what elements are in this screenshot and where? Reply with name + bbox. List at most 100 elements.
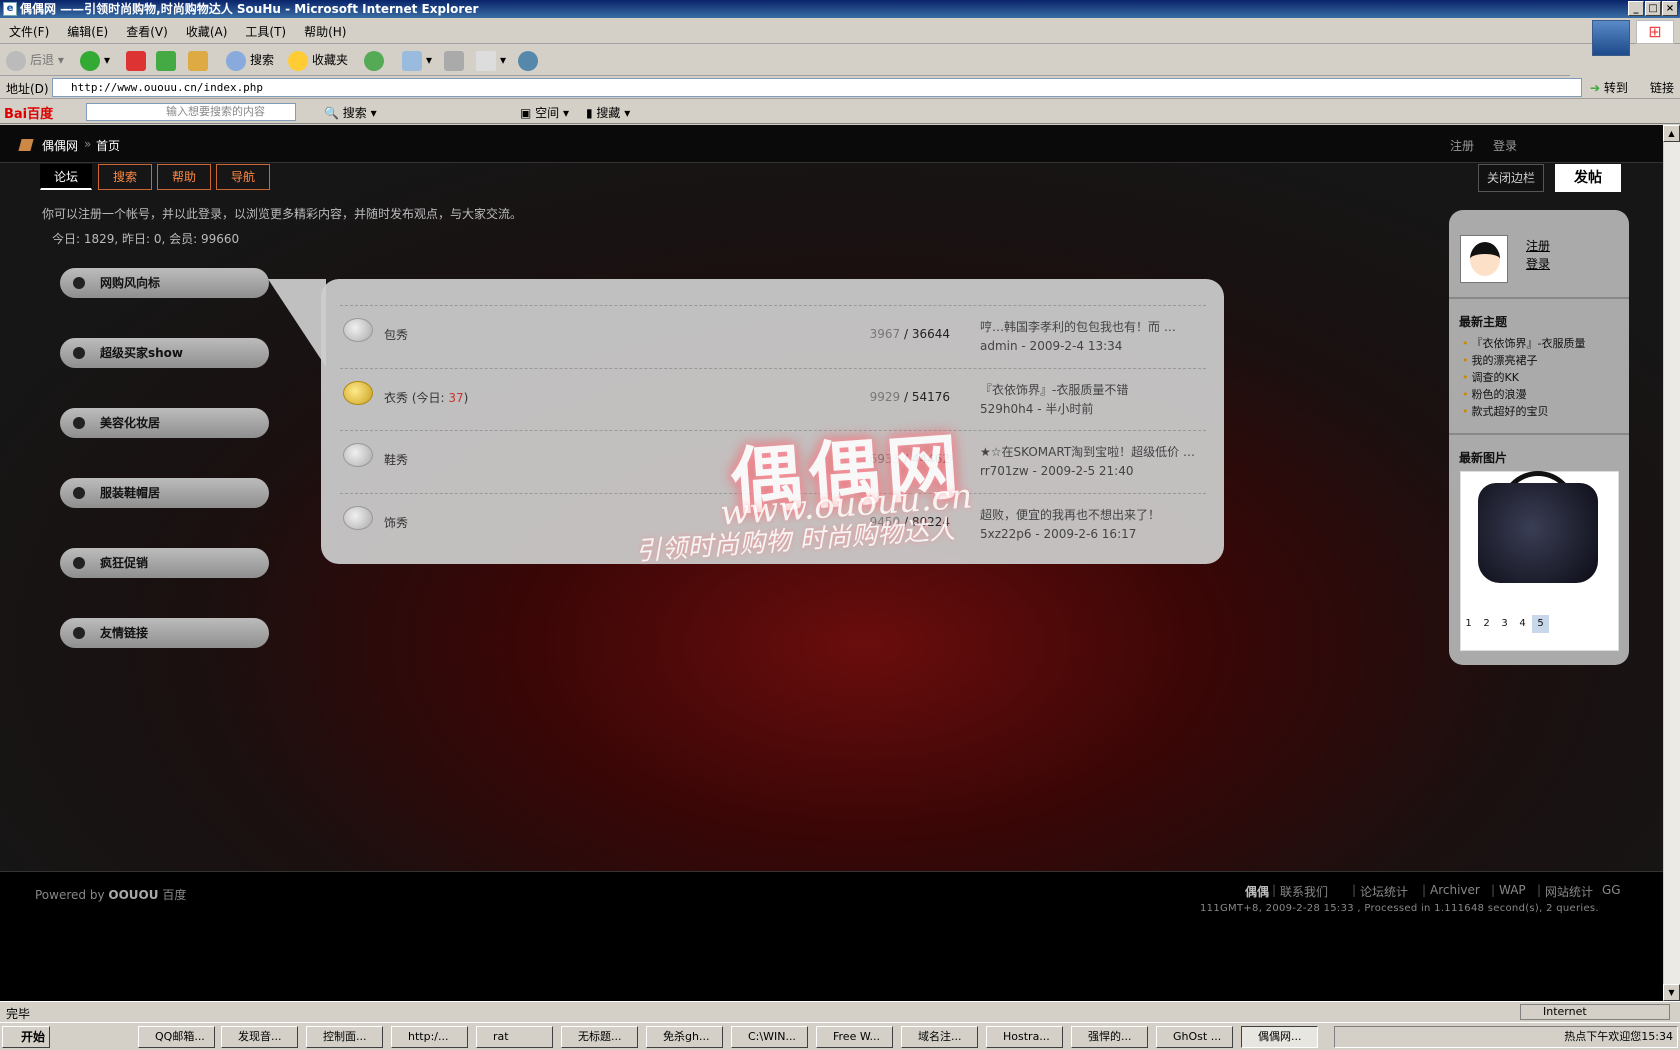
nav-item-beauty[interactable]: 美容化妆居 [60, 408, 269, 438]
task-button[interactable]: QQ邮箱... [138, 1026, 215, 1048]
tab-forum[interactable]: 论坛 [40, 164, 92, 190]
task-button-active[interactable]: 偶偶网... [1241, 1026, 1318, 1048]
footer-link[interactable]: Archiver [1430, 883, 1480, 897]
latest-thread-item[interactable]: • 我的漂亮裙子 [1462, 352, 1538, 368]
tab-search[interactable]: 搜索 [98, 164, 152, 190]
forum-last-post[interactable]: 哼…韩国李孝利的包包我也有！而 … admin - 2009-2-4 13:34 [980, 318, 1200, 356]
nav-item-promotion[interactable]: 疯狂促销 [60, 548, 269, 578]
baidu-space-button[interactable]: ▣ 空间 ▾ [520, 104, 569, 121]
task-button[interactable]: http:/... [391, 1026, 468, 1048]
top-login-link[interactable]: 登录 [1493, 137, 1517, 154]
tab-help[interactable]: 帮助 [157, 164, 211, 190]
task-button[interactable]: GhOst ... [1156, 1026, 1233, 1048]
vertical-scrollbar[interactable] [1663, 125, 1680, 1001]
nav-item-apparel[interactable]: 服装鞋帽居 [60, 478, 269, 508]
forward-button[interactable]: ▾ [80, 49, 110, 71]
picture-page[interactable]: 1 [1460, 615, 1477, 633]
minimize-button[interactable]: _ [1628, 1, 1644, 16]
footer-link[interactable]: 网站统计 [1545, 883, 1593, 900]
breadcrumb-site[interactable]: 偶偶网 [42, 137, 78, 154]
forum-name[interactable]: 鞋秀 [384, 451, 408, 468]
nav-item-links[interactable]: 友情链接 [60, 618, 269, 648]
latest-thread-item[interactable]: • 粉色的浪漫 [1462, 386, 1527, 402]
menu-help[interactable]: 帮助(H) [295, 19, 355, 44]
forum-row[interactable]: 包秀 3967 / 36644 哼…韩国李孝利的包包我也有！而 … admin -… [340, 305, 1206, 365]
task-button[interactable]: C:\WIN... [731, 1026, 808, 1048]
menu-tools[interactable]: 工具(T) [236, 19, 295, 44]
history-button[interactable] [364, 49, 388, 71]
task-button[interactable]: 域名注... [901, 1026, 978, 1048]
address-input[interactable]: http://www.ououu.cn/index.php [52, 78, 1582, 97]
messenger-button[interactable] [518, 49, 542, 71]
task-button[interactable]: 强悍的... [1071, 1026, 1148, 1048]
bullet-icon: • [1462, 388, 1469, 401]
picture-page[interactable]: 2 [1478, 615, 1495, 633]
task-button[interactable]: 无标题... [561, 1026, 638, 1048]
forum-name[interactable]: 包秀 [384, 326, 408, 343]
task-button[interactable]: rat [476, 1026, 553, 1048]
task-button[interactable]: Free W... [816, 1026, 893, 1048]
sidebar-login-link[interactable]: 登录 [1526, 255, 1550, 272]
top-register-link[interactable]: 注册 [1450, 137, 1474, 154]
sidebar-divider [1449, 297, 1629, 299]
mail-button[interactable]: ▾ [402, 49, 432, 71]
close-sidebar-button[interactable]: 关闭边栏 [1478, 164, 1544, 192]
forum-last-post[interactable]: ★☆在SKOMART淘到宝啦！超级低价 … rr701zw - 2009-2-5 … [980, 443, 1200, 481]
close-button[interactable]: × [1662, 1, 1678, 16]
print-button[interactable] [444, 49, 468, 71]
speech-bubble-icon [343, 318, 373, 342]
site-header: 偶偶网 » 首页 注册 登录 [0, 125, 1663, 163]
menu-favorites[interactable]: 收藏(A) [177, 19, 237, 44]
start-button[interactable]: 开始 [2, 1026, 50, 1048]
task-button[interactable]: 发现音... [221, 1026, 298, 1048]
menu-file[interactable]: 文件(F) [0, 19, 58, 44]
system-tray[interactable]: 热点下午欢迎您15:34 [1334, 1026, 1678, 1048]
menu-edit[interactable]: 编辑(E) [58, 19, 117, 44]
forum-last-post[interactable]: 『衣依饰界』-衣服质量不错 529h0h4 - 半小时前 [980, 381, 1200, 419]
footer-link[interactable]: WAP [1499, 883, 1526, 897]
new-post-button[interactable]: 发帖 [1555, 164, 1621, 192]
powered-by: Powered by OOUOU 百度 [35, 888, 187, 902]
baidu-search-input[interactable]: 输入想要搜索的内容 [86, 103, 296, 121]
scroll-down-button[interactable]: ▼ [1663, 984, 1680, 1001]
latest-thread-item[interactable]: • 款式超好的宝贝 [1462, 403, 1549, 419]
maximize-button[interactable]: □ [1645, 1, 1661, 16]
picture-page[interactable]: 4 [1514, 615, 1531, 633]
forum-name[interactable]: 衣秀 (今日: 37) [384, 389, 468, 406]
nav-item-buyer-show[interactable]: 超级买家show [60, 338, 269, 368]
picture-page-active[interactable]: 5 [1532, 615, 1549, 633]
stop-button[interactable] [126, 49, 150, 71]
go-button[interactable]: ➔ 转到 [1590, 79, 1628, 96]
back-button[interactable]: 后退 ▾ [6, 49, 64, 71]
forum-last-post[interactable]: 超败，便宜的我再也不想出来了！ 5xz22p6 - 2009-2-6 16:17 [980, 506, 1200, 544]
handbag-image[interactable] [1478, 483, 1598, 583]
tab-navigation[interactable]: 导航 [216, 164, 270, 190]
picture-page[interactable]: 3 [1496, 615, 1513, 633]
footer-link[interactable]: 论坛统计 [1360, 883, 1408, 900]
footer-separator: | [1352, 883, 1357, 897]
task-button[interactable]: 免杀gh... [646, 1026, 723, 1048]
search-button[interactable]: 搜索 [226, 49, 274, 71]
latest-thread-item[interactable]: • 『衣依饰界』-衣服质量 [1462, 335, 1585, 351]
scroll-up-button[interactable]: ▲ [1663, 125, 1680, 142]
baidu-search-button[interactable]: 🔍 搜索 ▾ [324, 104, 377, 121]
task-button[interactable]: Hostra... [986, 1026, 1063, 1048]
nav-item-trend[interactable]: 网购风向标 [60, 268, 269, 298]
latest-thread-item[interactable]: • 调查的KK [1462, 369, 1519, 385]
links-button[interactable]: 链接 [1650, 79, 1674, 96]
home-button[interactable] [188, 49, 212, 71]
footer-link[interactable]: 偶偶 [1245, 883, 1269, 900]
baidu-logo[interactable]: Bai百度 [4, 103, 53, 122]
menu-view[interactable]: 查看(V) [117, 19, 177, 44]
forum-name[interactable]: 饰秀 [384, 514, 408, 531]
refresh-button[interactable] [156, 49, 180, 71]
edit-button[interactable]: ▾ [476, 49, 506, 71]
speech-bubble-new-icon [343, 381, 373, 405]
task-button[interactable]: 控制面... [306, 1026, 383, 1048]
favorites-button[interactable]: 收藏夹 [288, 49, 348, 71]
sidebar-register-link[interactable]: 注册 [1526, 237, 1550, 254]
status-text: 完毕 [6, 1007, 31, 1021]
footer-link[interactable]: 联系我们 [1280, 883, 1328, 900]
footer-link[interactable]: GG [1602, 883, 1621, 897]
baidu-collect-button[interactable]: ▮ 搜藏 ▾ [586, 104, 630, 121]
